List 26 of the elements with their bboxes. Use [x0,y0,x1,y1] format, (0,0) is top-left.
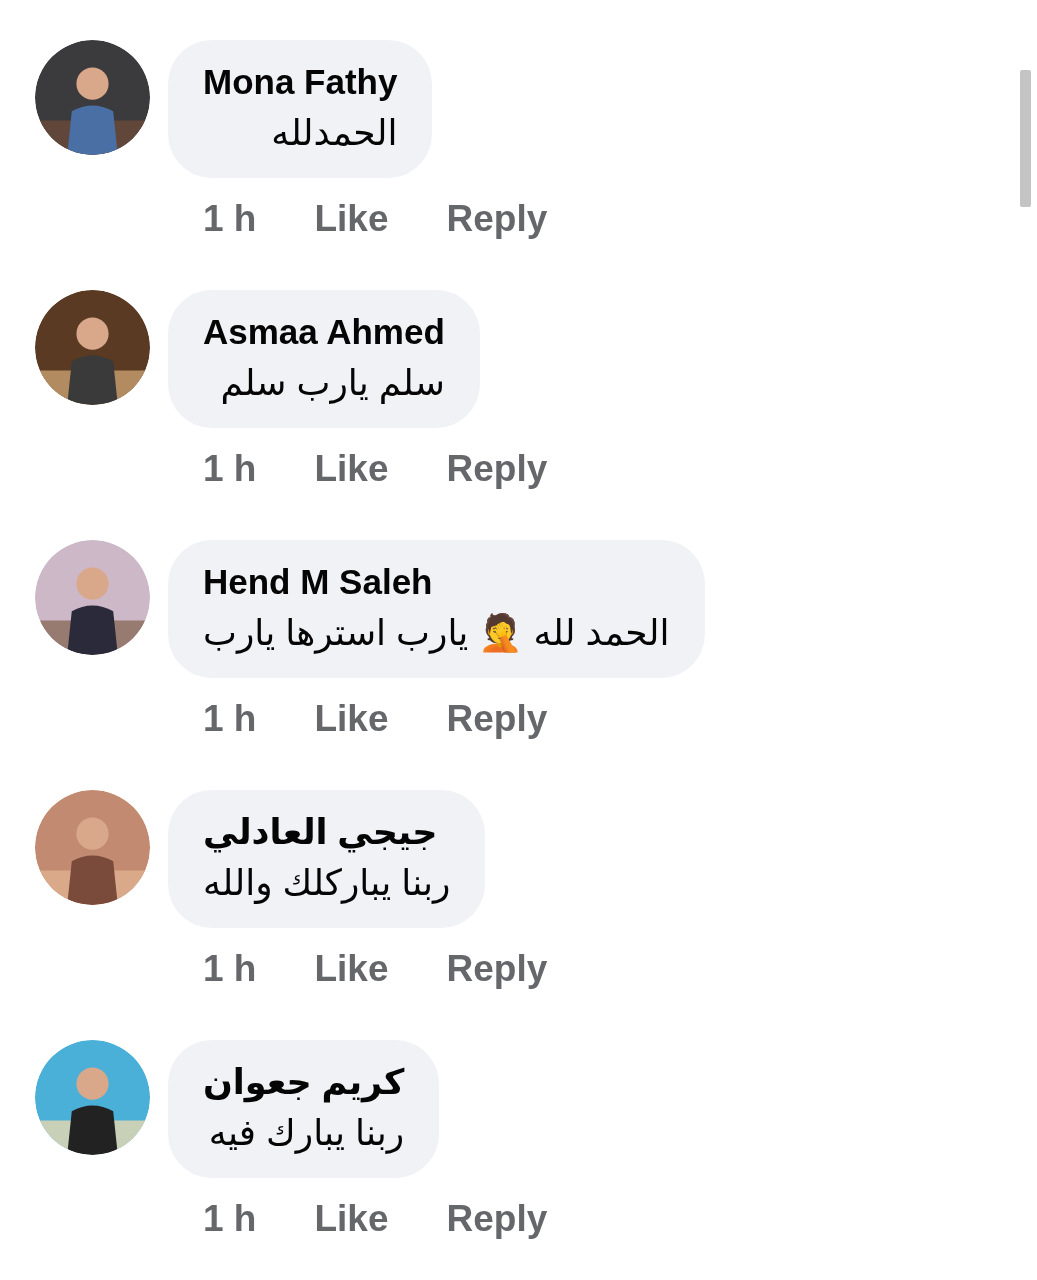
comment-text: ربنا يبارك فيه [207,1112,405,1154]
reply-link[interactable]: Reply [446,698,548,740]
comment-author[interactable]: جيجي العادلي [203,812,438,852]
reply-link[interactable]: Reply [446,448,548,490]
like-link[interactable]: Like [314,448,389,490]
comment-text: الحمد لله 🤦 يارب استرها يارب [203,612,670,654]
comment-text: ربنا يباركلك والله [203,862,451,904]
comment-time: 1 h [203,448,257,490]
reply-link[interactable]: Reply [446,1198,548,1240]
comment-text: سلم يارب سلم [219,362,445,404]
comment-author[interactable]: كريم جعوان [203,1062,405,1102]
reply-link[interactable]: Reply [446,198,548,240]
scrollbar[interactable] [1020,70,1031,207]
comment-author[interactable]: Hend M Saleh [203,562,433,602]
like-link[interactable]: Like [314,1198,389,1240]
like-link[interactable]: Like [314,948,389,990]
like-link[interactable]: Like [314,198,389,240]
comment-time: 1 h [203,198,257,240]
comment-author[interactable]: Asmaa Ahmed [203,312,445,352]
comment-time: 1 h [203,698,257,740]
comment-author[interactable]: Mona Fathy [203,62,398,102]
comment-time: 1 h [203,948,257,990]
like-link[interactable]: Like [314,698,389,740]
comment-time: 1 h [203,1198,257,1240]
reply-link[interactable]: Reply [446,948,548,990]
comment-text: الحمدلله [270,112,398,154]
